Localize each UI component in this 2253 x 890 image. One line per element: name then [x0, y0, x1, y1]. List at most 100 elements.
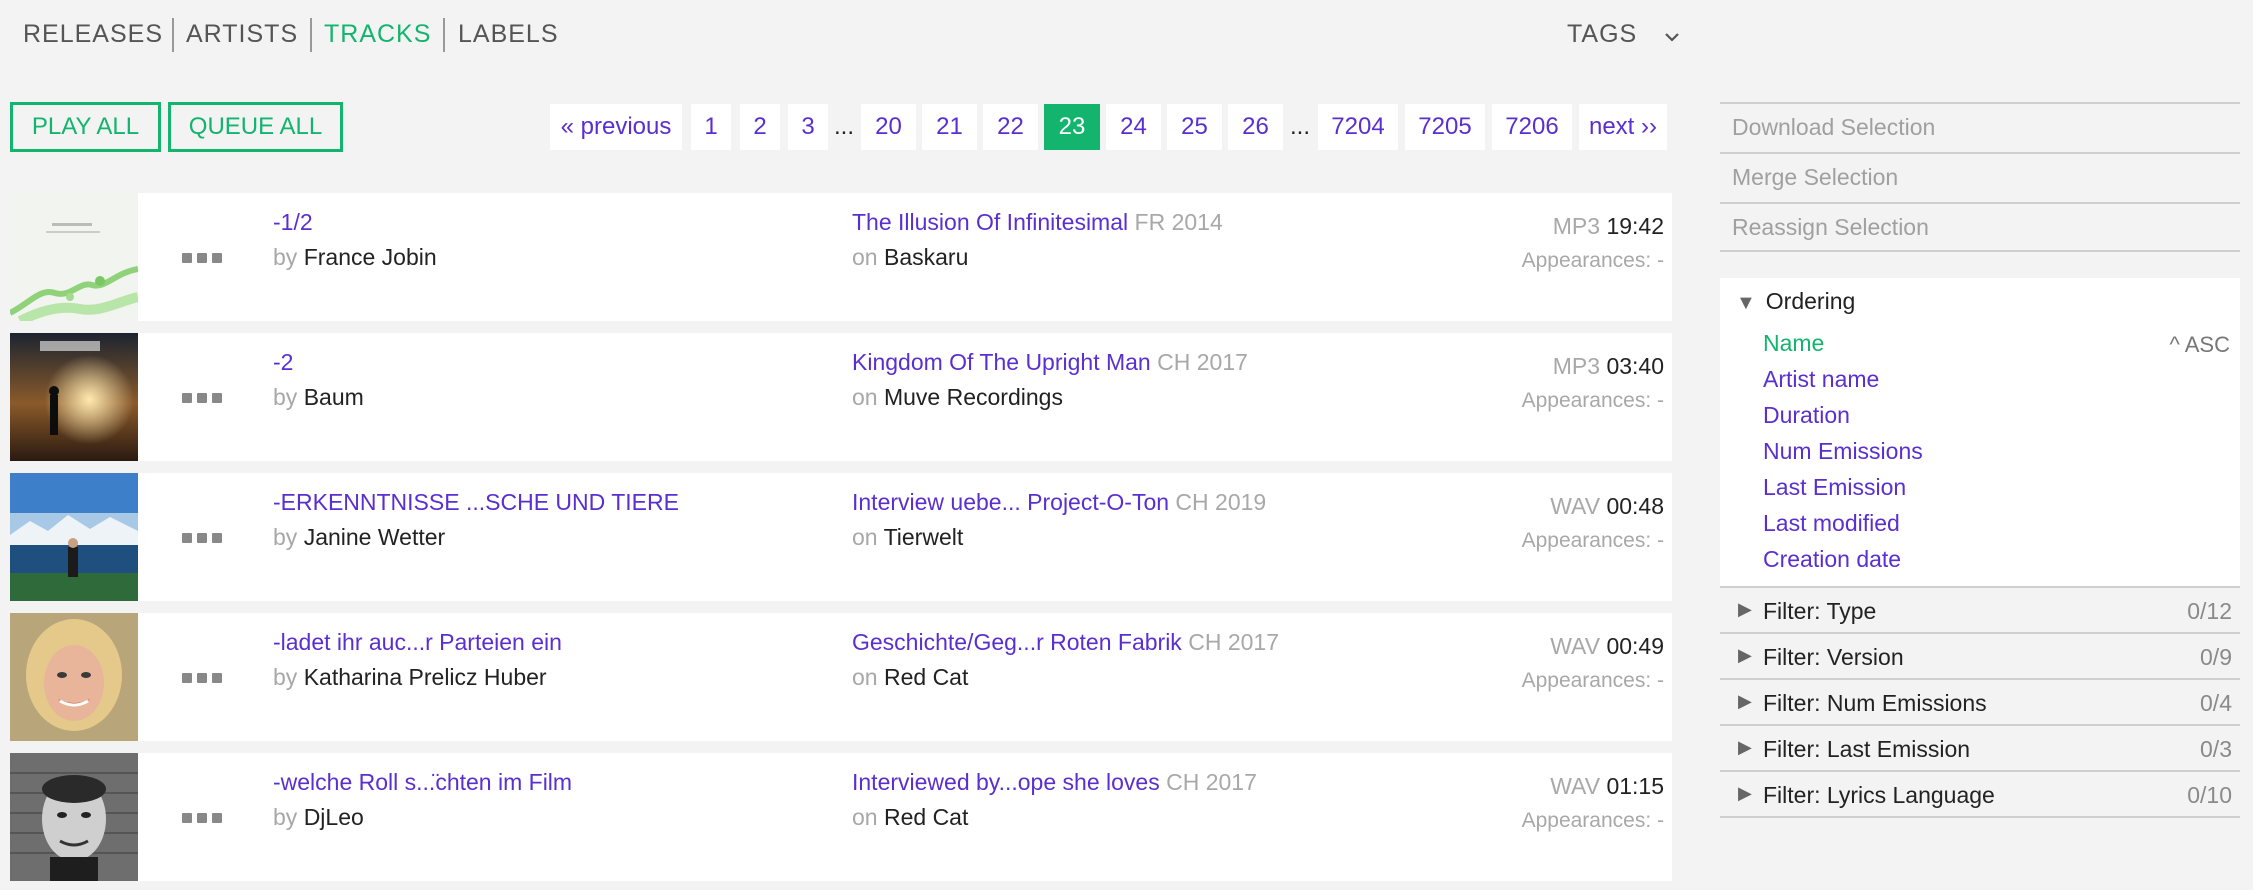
order-by-num-emissions[interactable]: Num Emissions	[1763, 438, 1923, 465]
order-by-last-modified[interactable]: Last modified	[1763, 510, 1900, 537]
pagination-next[interactable]: next ››	[1579, 104, 1667, 150]
nav-labels[interactable]: LABELS	[458, 20, 559, 49]
track-artist[interactable]: Janine Wetter	[304, 524, 445, 550]
track-duration: 00:48	[1606, 493, 1664, 519]
triangle-right-icon: ▶	[1738, 691, 1752, 711]
nav-releases[interactable]: RELEASES	[23, 20, 163, 49]
sort-direction-toggle[interactable]: ^ ASC	[2170, 332, 2230, 358]
order-by-artist-name[interactable]: Artist name	[1763, 366, 1879, 393]
page-link[interactable]: 22	[983, 104, 1038, 150]
tags-dropdown[interactable]: TAGS	[1567, 20, 1679, 49]
filter-version[interactable]: ▶ Filter: Version 0/9	[1720, 632, 2240, 678]
track-row[interactable]: -ladet ihr auc...r Parteien ein by Katha…	[10, 613, 1672, 741]
filter-num-emissions[interactable]: ▶ Filter: Num Emissions 0/4	[1720, 678, 2240, 724]
page-link[interactable]: 26	[1228, 104, 1283, 150]
release-cover-image[interactable]	[10, 193, 138, 321]
page-link[interactable]: 20	[861, 104, 916, 150]
order-by-name[interactable]: Name	[1763, 330, 1824, 357]
appearances: Appearances: -	[1521, 669, 1664, 692]
release-link[interactable]: Geschichte/Geg...r Roten Fabrik	[852, 629, 1182, 655]
appearances: Appearances: -	[1521, 249, 1664, 272]
track-row[interactable]: -2 by Baum Kingdom Of The Upright Man CH…	[10, 333, 1672, 461]
nav-artists[interactable]: ARTISTS	[186, 20, 298, 49]
page-link[interactable]: 24	[1106, 104, 1161, 150]
top-navigation: RELEASES ARTISTS TRACKS LABELS TAGS	[0, 0, 1680, 72]
release-cover-image[interactable]	[10, 613, 138, 741]
track-row[interactable]: -1/2 by France Jobin The Illusion Of Inf…	[10, 193, 1672, 321]
label-name[interactable]: Muve Recordings	[884, 384, 1063, 410]
filter-type[interactable]: ▶ Filter: Type 0/12	[1720, 586, 2240, 632]
reassign-selection-button[interactable]: Reassign Selection	[1720, 202, 2240, 250]
label-line: on Red Cat	[852, 804, 968, 831]
track-artist[interactable]: DjLeo	[304, 804, 364, 830]
track-title[interactable]: -welche Roll s...̈chten im Film	[273, 769, 572, 796]
row-menu-icon[interactable]	[182, 393, 222, 405]
track-row[interactable]: -welche Roll s...̈chten im Film by DjLeo…	[10, 753, 1672, 881]
page-link[interactable]: 25	[1167, 104, 1222, 150]
appearances: Appearances: -	[1521, 809, 1664, 832]
filter-label: Filter: Last Emission	[1763, 736, 1971, 762]
track-artist[interactable]: France Jobin	[304, 244, 437, 270]
track-title[interactable]: -ERKENNTNISSE ...SCHE UND TIERE	[273, 489, 679, 516]
track-row[interactable]: -ERKENNTNISSE ...SCHE UND TIERE by Janin…	[10, 473, 1672, 601]
on-prefix: on	[852, 804, 878, 830]
filter-count: 0/4	[2200, 690, 2232, 716]
order-by-last-emission[interactable]: Last Emission	[1763, 474, 1906, 501]
page-link[interactable]: 3	[788, 104, 828, 150]
row-menu-icon[interactable]	[182, 533, 222, 545]
label-name[interactable]: Tierwelt	[884, 524, 964, 550]
nav-divider	[443, 18, 445, 52]
download-selection-button[interactable]: Download Selection	[1720, 102, 2240, 150]
track-title[interactable]: -ladet ihr auc...r Parteien ein	[273, 629, 562, 656]
release-cover-image[interactable]	[10, 473, 138, 601]
nav-divider	[310, 18, 312, 52]
release-link[interactable]: Interviewed by...ope she loves	[852, 769, 1160, 795]
page-link[interactable]: 7204	[1318, 104, 1398, 150]
track-title[interactable]: -1/2	[273, 209, 313, 236]
release-cover-image[interactable]	[10, 753, 138, 881]
by-prefix: by	[273, 384, 298, 410]
release-link[interactable]: Interview uebe... Project-O-Ton	[852, 489, 1169, 515]
track-duration: 01:15	[1606, 773, 1664, 799]
filter-lyrics-language[interactable]: ▶ Filter: Lyrics Language 0/10	[1720, 770, 2240, 816]
release-cover-image[interactable]	[10, 333, 138, 461]
release-meta: FR 2014	[1134, 209, 1223, 235]
triangle-right-icon: ▶	[1738, 783, 1752, 803]
pagination-previous[interactable]: « previous	[550, 104, 682, 150]
release-link[interactable]: Kingdom Of The Upright Man	[852, 349, 1151, 375]
track-artist[interactable]: Baum	[304, 384, 364, 410]
pagination-ellipsis: ...	[833, 113, 854, 140]
track-artist[interactable]: Katharina Prelicz Huber	[304, 664, 547, 690]
label-name[interactable]: Red Cat	[884, 664, 968, 690]
page-link[interactable]: 21	[922, 104, 977, 150]
row-menu-icon[interactable]	[182, 253, 222, 265]
page-link-current[interactable]: 23	[1044, 104, 1100, 150]
by-prefix: by	[273, 244, 298, 270]
label-name[interactable]: Baskaru	[884, 244, 968, 270]
page-link[interactable]: 1	[691, 104, 731, 150]
label-name[interactable]: Red Cat	[884, 804, 968, 830]
filter-count: 0/12	[2187, 598, 2232, 624]
appearances: Appearances: -	[1521, 389, 1664, 412]
ordering-header[interactable]: ▼ Ordering	[1736, 288, 1855, 315]
track-format: WAV	[1550, 773, 1601, 799]
filter-count: 0/10	[2187, 782, 2232, 808]
track-title[interactable]: -2	[273, 349, 293, 376]
row-menu-icon[interactable]	[182, 673, 222, 685]
row-menu-icon[interactable]	[182, 813, 222, 825]
page-link[interactable]: 7205	[1405, 104, 1485, 150]
order-by-duration[interactable]: Duration	[1763, 402, 1850, 429]
merge-selection-button[interactable]: Merge Selection	[1720, 152, 2240, 200]
filter-count: 0/9	[2200, 644, 2232, 670]
order-by-creation-date[interactable]: Creation date	[1763, 546, 1901, 573]
page-link[interactable]: 7206	[1492, 104, 1572, 150]
filter-last-emission[interactable]: ▶ Filter: Last Emission 0/3	[1720, 724, 2240, 770]
page-link[interactable]: 2	[740, 104, 780, 150]
pagination-ellipsis: ...	[1289, 113, 1310, 140]
track-format: MP3	[1552, 213, 1601, 239]
release-link[interactable]: The Illusion Of Infinitesimal	[852, 209, 1128, 235]
pagination: « previous 1 2 3 ... 20 21 22 23 24 25 2…	[0, 104, 1680, 150]
nav-tracks[interactable]: TRACKS	[324, 20, 431, 49]
filter-label: Filter: Lyrics Language	[1763, 782, 1995, 808]
track-artist-line: by Janine Wetter	[273, 524, 445, 551]
